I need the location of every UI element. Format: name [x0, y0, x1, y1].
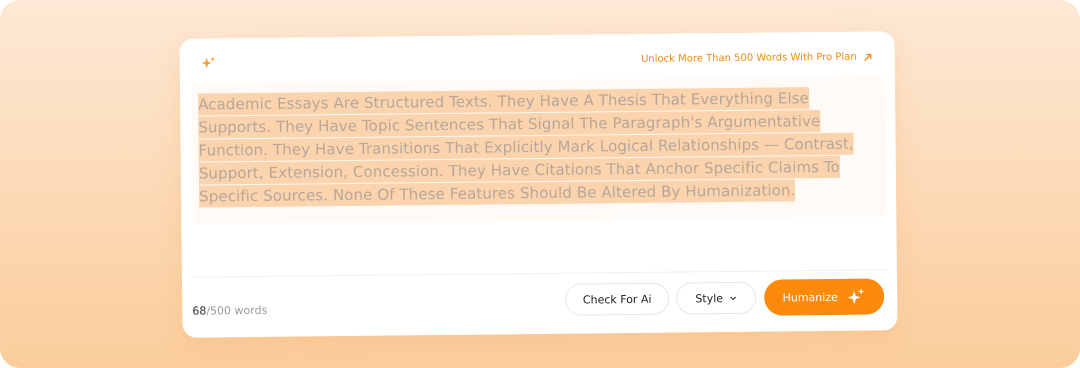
word-counter: 68/500 words [192, 304, 267, 318]
essay-textarea[interactable]: Academic Essays Are Structured Texts. Th… [191, 76, 887, 224]
arrow-up-right-icon [864, 53, 872, 61]
check-for-ai-button[interactable]: Check For Ai [565, 282, 670, 316]
sparkle-icon [847, 288, 864, 305]
unlock-pro-link[interactable]: Unlock More Than 500 Words With Pro Plan [640, 51, 873, 65]
app-background: Unlock More Than 500 Words With Pro Plan… [0, 0, 1080, 368]
style-dropdown-button[interactable]: Style [676, 281, 757, 315]
word-count-value: 68 [192, 304, 207, 318]
sparkle-icon [201, 56, 216, 69]
unlock-pro-label: Unlock More Than 500 Words With Pro Plan [640, 51, 857, 65]
style-label: Style [695, 291, 724, 305]
humanize-label: Humanize [782, 290, 838, 304]
chevron-down-icon [730, 296, 736, 301]
footer-divider [193, 269, 887, 278]
humanizer-card: Unlock More Than 500 Words With Pro Plan… [179, 31, 898, 338]
essay-selected-text: Academic Essays Are Structured Texts. Th… [198, 87, 854, 208]
check-for-ai-label: Check For Ai [582, 292, 652, 307]
word-limit: /500 words [206, 303, 268, 318]
essay-text: Academic Essays Are Structured Texts. Th… [198, 86, 884, 208]
humanize-button[interactable]: Humanize [764, 278, 885, 316]
